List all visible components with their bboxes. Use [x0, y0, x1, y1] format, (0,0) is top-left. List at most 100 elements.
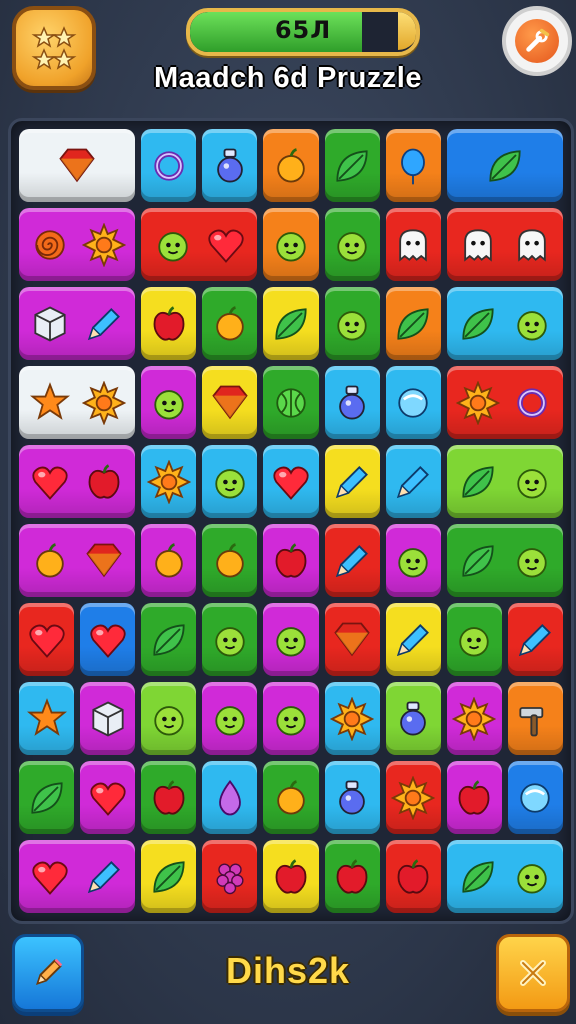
- board-tile[interactable]: [385, 445, 441, 518]
- board-tile[interactable]: [141, 761, 197, 834]
- board-tile[interactable]: [385, 603, 441, 676]
- top-bar: 65Л Maadch 6d Pruzzle: [0, 0, 576, 110]
- board-tile[interactable]: [446, 682, 502, 755]
- board-tile[interactable]: [202, 603, 258, 676]
- board-tile[interactable]: [385, 761, 441, 834]
- board-tile[interactable]: [446, 129, 563, 202]
- board-tile[interactable]: [19, 524, 136, 597]
- board-tile[interactable]: [202, 445, 258, 518]
- board-tile[interactable]: [19, 761, 75, 834]
- board-tile[interactable]: [263, 287, 319, 360]
- close-button[interactable]: [496, 934, 570, 1012]
- blob-icon: [154, 705, 184, 735]
- board-tile[interactable]: [263, 445, 319, 518]
- blob-icon: [154, 389, 184, 419]
- board-tile[interactable]: [446, 287, 563, 360]
- board-tile[interactable]: [324, 840, 380, 913]
- swirl-icon: [35, 229, 66, 260]
- board-tile[interactable]: [141, 366, 197, 439]
- board-tile[interactable]: [202, 840, 258, 913]
- board-tile[interactable]: [80, 682, 136, 755]
- board-tile[interactable]: [263, 208, 319, 281]
- board-tile[interactable]: [507, 603, 563, 676]
- cube-icon: [34, 305, 66, 342]
- board-tile[interactable]: [80, 603, 136, 676]
- board-tile[interactable]: [385, 287, 441, 360]
- cube-icon: [92, 700, 124, 737]
- board-tile[interactable]: [263, 840, 319, 913]
- board-tile[interactable]: [446, 366, 563, 439]
- board-tile[interactable]: [141, 445, 197, 518]
- board-tile[interactable]: [385, 208, 441, 281]
- board-tile[interactable]: [19, 366, 136, 439]
- sun-icon: [81, 380, 126, 425]
- footer-label: Dihs2k: [225, 950, 351, 991]
- board-tile[interactable]: [324, 287, 380, 360]
- board-tile[interactable]: [385, 840, 441, 913]
- fruit-icon: [277, 147, 305, 182]
- board-tile[interactable]: [385, 524, 441, 597]
- board-tile[interactable]: [263, 366, 319, 439]
- board-tile[interactable]: [141, 524, 197, 597]
- board-tile[interactable]: [19, 682, 75, 755]
- board-tile[interactable]: [141, 287, 197, 360]
- blob-icon: [398, 547, 428, 577]
- potion-icon: [400, 701, 427, 735]
- board-tile[interactable]: [19, 840, 136, 913]
- board-tile[interactable]: [385, 366, 441, 439]
- puzzle-board: [8, 118, 574, 924]
- board-tile[interactable]: [324, 445, 380, 518]
- board-tile[interactable]: [324, 682, 380, 755]
- sun-icon: [456, 380, 501, 425]
- board-tile[interactable]: [324, 366, 380, 439]
- board-tile[interactable]: [202, 129, 258, 202]
- leaf-icon: [153, 860, 185, 893]
- board-tile[interactable]: [19, 445, 136, 518]
- board-tile[interactable]: [19, 129, 136, 202]
- board-tile[interactable]: [80, 761, 136, 834]
- blob-icon: [337, 310, 367, 340]
- pencil-icon: [397, 623, 430, 656]
- board-tile[interactable]: [263, 682, 319, 755]
- board-tile[interactable]: [446, 840, 563, 913]
- board-tile[interactable]: [202, 287, 258, 360]
- sun-icon: [146, 459, 191, 504]
- board-tile[interactable]: [202, 366, 258, 439]
- board-tile[interactable]: [141, 682, 197, 755]
- board-tile[interactable]: [324, 603, 380, 676]
- board-tile[interactable]: [324, 129, 380, 202]
- ring-icon: [154, 150, 184, 181]
- board-tile[interactable]: [324, 524, 380, 597]
- board-tile[interactable]: [507, 761, 563, 834]
- board-tile[interactable]: [324, 208, 380, 281]
- pencil-icon: [519, 623, 552, 656]
- board-tile[interactable]: [324, 761, 380, 834]
- board-tile[interactable]: [446, 761, 502, 834]
- board-tile[interactable]: [446, 603, 502, 676]
- board-tile[interactable]: [141, 603, 197, 676]
- board-tile[interactable]: [446, 208, 563, 281]
- board-tile[interactable]: [385, 129, 441, 202]
- board-tile[interactable]: [263, 129, 319, 202]
- board-tile[interactable]: [141, 129, 197, 202]
- apple-icon: [397, 858, 429, 894]
- wrench-icon: [526, 28, 550, 52]
- leaf-icon: [30, 781, 63, 814]
- board-tile[interactable]: [202, 682, 258, 755]
- board-tile[interactable]: [507, 682, 563, 755]
- board-tile[interactable]: [385, 682, 441, 755]
- board-tile[interactable]: [446, 524, 563, 597]
- board-tile[interactable]: [263, 603, 319, 676]
- board-tile[interactable]: [19, 208, 136, 281]
- board-tile[interactable]: [263, 524, 319, 597]
- board-tile[interactable]: [202, 524, 258, 597]
- board-tile[interactable]: [141, 208, 258, 281]
- board-tile[interactable]: [19, 287, 136, 360]
- board-tile[interactable]: [19, 603, 75, 676]
- board-tile[interactable]: [202, 761, 258, 834]
- board-tile[interactable]: [263, 761, 319, 834]
- board-tile[interactable]: [446, 445, 563, 518]
- apple-icon: [275, 542, 307, 578]
- leaf-icon: [275, 307, 307, 340]
- board-tile[interactable]: [141, 840, 197, 913]
